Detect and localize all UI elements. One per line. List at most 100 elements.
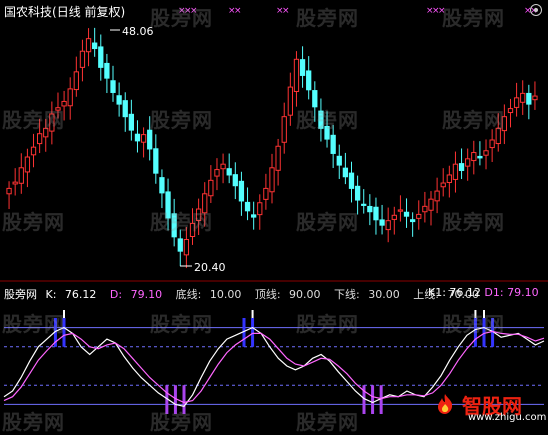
candle-body [98,46,104,68]
candle-body [520,92,526,103]
candle-body [306,70,312,91]
top-tick-mark [474,310,477,318]
bottom-signal-bar [371,385,375,414]
candle-body [140,134,147,143]
candle-body [446,174,452,183]
candle-body [232,174,238,187]
candle-body [397,209,404,212]
candle-body [18,167,24,184]
d1-label: D1: [484,286,504,299]
candle-body [92,42,98,50]
flame-logo-icon [438,394,453,414]
candle-body [171,213,177,238]
candle-body [269,167,275,193]
candle-body [55,107,61,111]
candle-body [293,58,300,92]
top-tick-mark [483,310,485,318]
signal-mark: × [438,6,446,16]
indicator-legend-2: K1: 76.12 D1: 79.10 [428,286,539,299]
candle-body [85,38,92,53]
indicator-name: 股旁网 [4,288,37,301]
candle-body [104,62,110,79]
candle-body [110,80,116,93]
k1-value: 76.12 [449,286,481,299]
high-price-label: 48.06 [122,25,154,38]
d-legend: D: 79.10 [110,288,167,301]
d-label: D: [109,288,123,301]
top-tick-mark [63,310,65,318]
candle-body [275,145,281,171]
stock-chart: ××× ×× ×× ××× ×× [0,6,548,414]
candle-body [220,163,226,170]
candle-body [452,163,459,180]
candle-body [214,169,220,177]
candle-body [458,163,465,171]
candle-body [428,198,434,211]
candle-body [465,158,471,167]
candle-body [147,129,153,150]
candle-body [403,211,410,217]
candle-body [342,167,349,178]
signal-mark: × [282,6,290,16]
candle-body [532,95,538,101]
candle-body [489,139,495,149]
candle-body [183,239,190,256]
top-signal-bar [473,318,477,347]
candle-body [202,193,208,214]
low-price-value: 20.40 [194,261,226,274]
chart-title: 国农科技(日线 前复权) [4,3,125,20]
bottom-value: 10.00 [209,288,242,301]
down-legend: 下线: 30.00 [334,288,405,301]
candle-body [177,238,183,252]
candle-body [12,181,18,185]
candle-body [159,177,165,194]
candle-body [422,205,428,213]
low-price-label: 20.40 [194,261,226,274]
top-signal-bar [482,318,486,347]
k-value: 76.12 [64,288,97,301]
candle-body [434,190,440,202]
top-signal-marks: ××× ×× ×× ××× ×× [178,6,538,16]
brand-url[interactable]: www.zhigu.com [468,412,546,423]
candle-body [416,213,422,219]
d1-value: 79.10 [507,286,539,299]
top-value: 90.00 [289,288,321,301]
candle-body [354,185,361,201]
candle-body [379,219,385,226]
candle-body [189,222,196,238]
stock-name: 国农科技 [4,5,53,19]
candle-body [299,59,306,76]
signal-mark: × [234,6,242,16]
candle-body [116,95,122,105]
candle-body [49,113,55,132]
candle-body [6,187,12,195]
candle-body [361,203,367,206]
bottom-signal-bar [182,385,186,414]
candle-body [440,182,446,188]
settings-toggle-icon[interactable] [530,4,542,16]
candle-body [79,50,86,68]
top-tick-mark [251,310,254,318]
signal-mark: × [190,6,198,16]
candle-body [67,88,73,107]
top-signal-bar [251,318,255,347]
top-signal-bar [62,318,66,347]
candle-body [471,152,477,162]
candle-body [287,86,293,116]
bottom-label: 底线: [175,288,202,301]
candle-body [73,71,79,91]
candle-body [30,146,37,156]
candle-body [128,113,134,131]
candle-body [153,148,159,174]
candle-body [324,125,330,140]
bottom-legend: 底线: 10.00 [176,288,247,301]
k1-legend: K1: 76.12 [428,286,481,299]
indicator-legend: 股旁网 K: 76.12 D: 79.10 底线: 10.00 顶线: 90.0… [4,286,489,302]
candle-body [36,133,43,145]
candle-body [257,202,263,216]
candle-body [281,116,287,143]
candle-body [330,134,336,154]
candle-body [495,127,501,145]
candle-body [318,110,324,129]
candle-body [263,187,269,200]
